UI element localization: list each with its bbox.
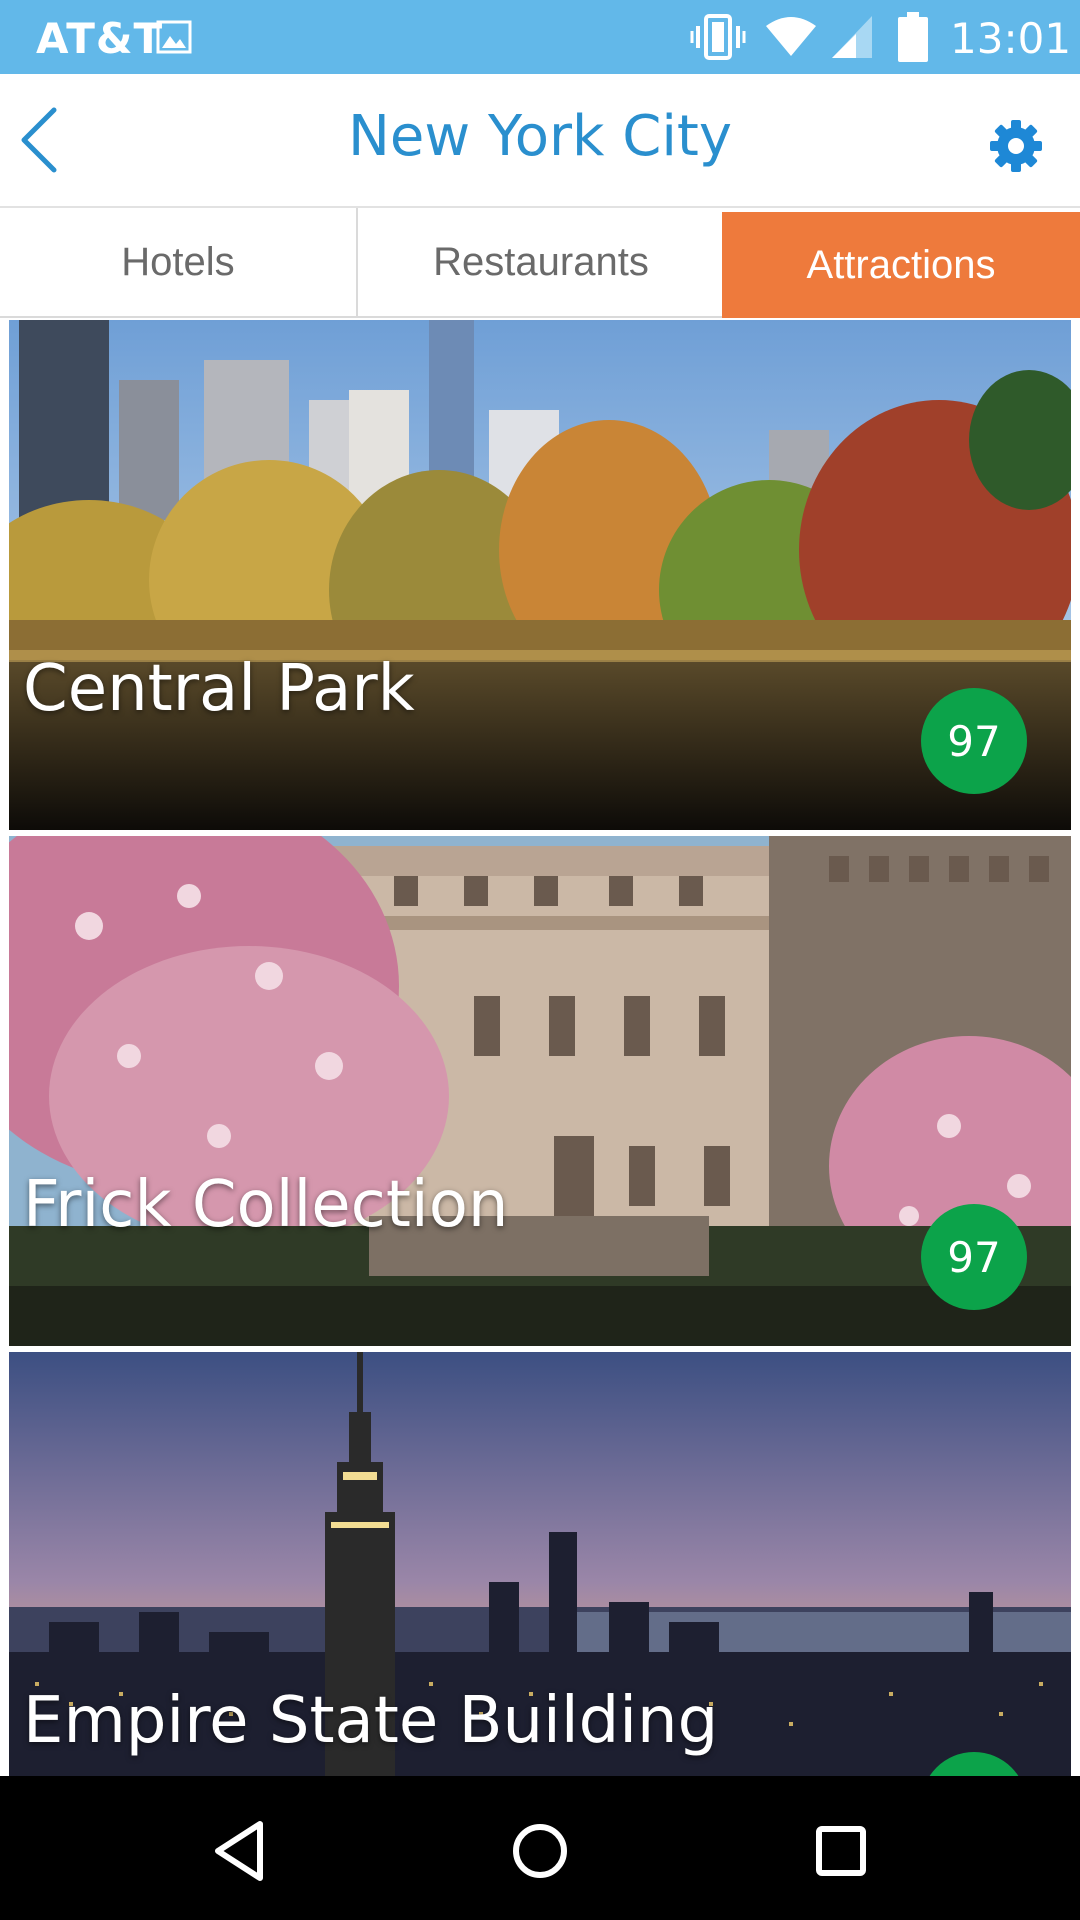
tab-hotels[interactable]: Hotels bbox=[0, 208, 358, 316]
central-park-photo bbox=[9, 320, 1071, 830]
score-badge: 97 bbox=[921, 688, 1027, 794]
tab-label: Hotels bbox=[121, 239, 235, 284]
page-title: New York City bbox=[348, 104, 732, 169]
signal-icon bbox=[832, 16, 872, 58]
wifi-icon bbox=[766, 17, 816, 56]
attraction-name: Frick Collection bbox=[23, 1168, 509, 1242]
image-notification-icon bbox=[156, 20, 192, 54]
clock: 13:01 bbox=[950, 14, 1072, 63]
attraction-card-central-park[interactable]: Central Park 97 bbox=[9, 320, 1071, 830]
attraction-card-frick-collection[interactable]: Frick Collection 97 bbox=[9, 836, 1071, 1346]
tab-attractions[interactable]: Attractions bbox=[722, 212, 1080, 324]
attractions-list[interactable]: Central Park 97 Frick Collection 97 Empi… bbox=[0, 318, 1080, 1776]
status-bar: AT&T 13:01 bbox=[0, 0, 1080, 74]
vibrate-icon bbox=[690, 14, 746, 60]
carrier-label: AT&T bbox=[36, 14, 164, 63]
tab-label: Attractions bbox=[806, 242, 996, 287]
gear-icon[interactable] bbox=[988, 118, 1044, 174]
back-triangle-icon[interactable] bbox=[206, 1816, 276, 1886]
tab-label: Restaurants bbox=[433, 239, 649, 284]
app-header: New York City bbox=[0, 74, 1080, 208]
tab-restaurants[interactable]: Restaurants bbox=[360, 208, 722, 316]
system-nav-bar bbox=[0, 1776, 1080, 1920]
category-tabs: Hotels Restaurants Attractions bbox=[0, 208, 1080, 324]
attraction-name: Central Park bbox=[23, 652, 415, 726]
attraction-name: Empire State Building bbox=[23, 1684, 719, 1758]
recents-square-icon[interactable] bbox=[806, 1816, 876, 1886]
frick-collection-photo bbox=[9, 836, 1071, 1346]
score-badge: 97 bbox=[921, 1204, 1027, 1310]
battery-icon bbox=[898, 12, 928, 62]
home-circle-icon[interactable] bbox=[505, 1816, 575, 1886]
attraction-card-empire-state-building[interactable]: Empire State Building 93 bbox=[9, 1352, 1071, 1776]
